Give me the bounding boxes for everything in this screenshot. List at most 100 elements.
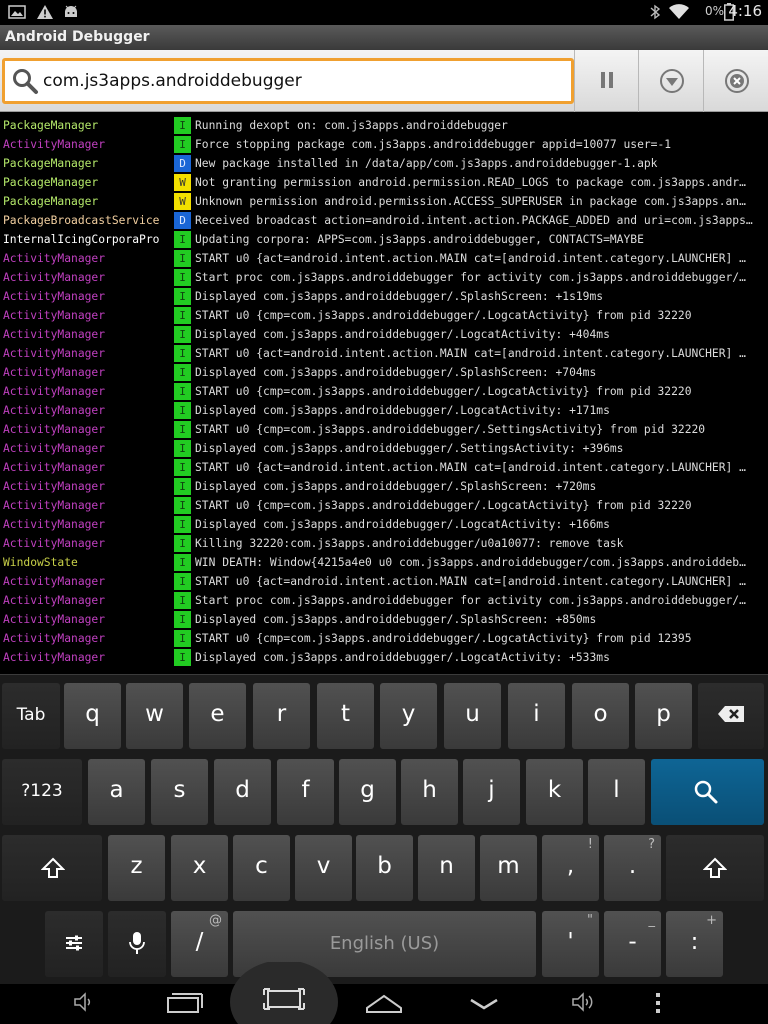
key-l[interactable]: l bbox=[588, 759, 645, 825]
log-tag: PackageManager bbox=[3, 176, 99, 189]
key-q[interactable]: q bbox=[64, 683, 121, 749]
key-o[interactable]: o bbox=[572, 683, 629, 749]
key-shift-right[interactable] bbox=[666, 835, 764, 901]
search-box[interactable] bbox=[2, 58, 574, 104]
key-a[interactable]: a bbox=[88, 759, 145, 825]
log-row[interactable]: InternalIcingCorporaPro I Updating corpora… bbox=[0, 230, 768, 249]
key-e[interactable]: e bbox=[189, 683, 246, 749]
key-d[interactable]: d bbox=[214, 759, 271, 825]
key-comma[interactable]: !, bbox=[542, 835, 599, 901]
key-x[interactable]: x bbox=[171, 835, 228, 901]
key-voice[interactable] bbox=[108, 911, 166, 977]
clock: 4:16 bbox=[728, 2, 762, 20]
wifi-icon bbox=[669, 4, 689, 19]
log-row[interactable]: WindowState I WIN DEATH: Window{4215a4e0 u… bbox=[0, 553, 768, 572]
key-m[interactable]: m bbox=[480, 835, 537, 901]
log-message: Not granting permission android.permissi… bbox=[195, 176, 746, 189]
home-icon[interactable] bbox=[364, 990, 404, 1016]
log-row[interactable]: PackageManager W Unknown permission androi… bbox=[0, 192, 768, 211]
key-w[interactable]: w bbox=[126, 683, 183, 749]
key-dash[interactable]: _ - bbox=[604, 911, 661, 977]
key-i[interactable]: i bbox=[508, 683, 565, 749]
search-icon bbox=[694, 780, 718, 804]
key-h[interactable]: h bbox=[401, 759, 458, 825]
sliders-icon bbox=[66, 935, 82, 951]
log-row[interactable]: ActivityManager I START u0 {cmp=com.js3app… bbox=[0, 496, 768, 515]
key-backspace[interactable] bbox=[698, 683, 764, 749]
log-row[interactable]: PackageManager I Running dexopt on: com.js… bbox=[0, 116, 768, 135]
key-period[interactable]: ?. bbox=[604, 835, 661, 901]
key-j[interactable]: j bbox=[463, 759, 520, 825]
log-row[interactable]: ActivityManager I START u0 {act=android.in… bbox=[0, 572, 768, 591]
log-message: START u0 {cmp=com.js3apps.androiddebugge… bbox=[195, 385, 692, 398]
key-b[interactable]: b bbox=[356, 835, 413, 901]
log-row[interactable]: ActivityManager I START u0 {cmp=com.js3app… bbox=[0, 629, 768, 648]
search-action-key[interactable] bbox=[651, 759, 764, 825]
log-row[interactable]: PackageManager D New package installed in … bbox=[0, 154, 768, 173]
log-row[interactable]: PackageManager W Not granting permission a… bbox=[0, 173, 768, 192]
log-row[interactable]: ActivityManager I Displayed com.js3apps.an… bbox=[0, 648, 768, 667]
log-row[interactable]: ActivityManager I START u0 {act=android.in… bbox=[0, 458, 768, 477]
backspace-icon bbox=[718, 706, 744, 722]
log-message: Received broadcast action=android.intent… bbox=[195, 214, 753, 227]
key-shift-left[interactable] bbox=[2, 835, 102, 901]
log-row[interactable]: ActivityManager I Killing 32220:com.js3app… bbox=[0, 534, 768, 553]
key-f[interactable]: f bbox=[277, 759, 334, 825]
log-tag: PackageManager bbox=[3, 157, 99, 170]
log-list[interactable]: PackageManager I Running dexopt on: com.js… bbox=[0, 116, 768, 672]
key-v[interactable]: v bbox=[295, 835, 352, 901]
log-message: Displayed com.js3apps.androiddebugger/.S… bbox=[195, 442, 624, 455]
hide-keyboard-icon[interactable] bbox=[468, 990, 500, 1016]
key-p[interactable]: p bbox=[635, 683, 692, 749]
log-row[interactable]: ActivityManager I Start proc com.js3apps.a… bbox=[0, 268, 768, 287]
key-s[interactable]: s bbox=[151, 759, 208, 825]
key-settings[interactable] bbox=[45, 911, 103, 977]
key-apostrophe[interactable]: " ' bbox=[542, 911, 599, 977]
log-row[interactable]: ActivityManager I Force stopping package c… bbox=[0, 135, 768, 154]
volume-down-icon[interactable] bbox=[72, 990, 96, 1014]
log-row[interactable]: ActivityManager I Start proc com.js3apps.a… bbox=[0, 591, 768, 610]
search-icon bbox=[13, 69, 38, 94]
key-n[interactable]: n bbox=[418, 835, 475, 901]
screenshot-icon[interactable] bbox=[228, 962, 340, 1024]
log-row[interactable]: PackageBroadcastService D Received broadca… bbox=[0, 211, 768, 230]
pause-button[interactable] bbox=[574, 50, 638, 112]
key-r[interactable]: r bbox=[253, 683, 310, 749]
log-row[interactable]: ActivityManager I Displayed com.js3apps.an… bbox=[0, 287, 768, 306]
clear-button[interactable] bbox=[703, 50, 767, 112]
log-row[interactable]: ActivityManager I Displayed com.js3apps.an… bbox=[0, 363, 768, 382]
log-row[interactable]: ActivityManager I START u0 {cmp=com.js3app… bbox=[0, 420, 768, 439]
log-row[interactable]: ActivityManager I Displayed com.js3apps.an… bbox=[0, 325, 768, 344]
key-u[interactable]: u bbox=[444, 683, 501, 749]
filter-input[interactable] bbox=[43, 67, 563, 95]
back-icon[interactable] bbox=[166, 990, 204, 1016]
dropdown-button[interactable] bbox=[638, 50, 702, 112]
log-row[interactable]: ActivityManager I Displayed com.js3apps.an… bbox=[0, 515, 768, 534]
log-row[interactable]: ActivityManager I Displayed com.js3apps.an… bbox=[0, 610, 768, 629]
log-row[interactable]: ActivityManager I Displayed com.js3apps.an… bbox=[0, 477, 768, 496]
log-row[interactable]: ActivityManager I START u0 {cmp=com.js3app… bbox=[0, 306, 768, 325]
navigation-bar bbox=[0, 962, 768, 1024]
volume-up-icon[interactable] bbox=[570, 990, 598, 1014]
log-row[interactable]: ActivityManager I START u0 {cmp=com.js3app… bbox=[0, 382, 768, 401]
key-k[interactable]: k bbox=[526, 759, 583, 825]
log-message: Killing 32220:com.js3apps.androiddebugge… bbox=[195, 537, 624, 550]
key-colon[interactable]: +: bbox=[666, 911, 723, 977]
log-tag: PackageManager bbox=[3, 195, 99, 208]
key-y[interactable]: y bbox=[380, 683, 437, 749]
key-tab[interactable]: Tab bbox=[2, 683, 60, 749]
log-message: New package installed in /data/app/com.j… bbox=[195, 157, 658, 170]
key-symbols[interactable]: ?123 bbox=[2, 759, 82, 825]
log-message: START u0 {act=android.intent.action.MAIN… bbox=[195, 461, 746, 474]
log-row[interactable]: ActivityManager I Displayed com.js3apps.an… bbox=[0, 439, 768, 458]
key-t[interactable]: t bbox=[317, 683, 374, 749]
log-row[interactable]: ActivityManager I START u0 {act=android.in… bbox=[0, 344, 768, 363]
key-slash[interactable]: @ / bbox=[171, 911, 228, 977]
menu-icon[interactable] bbox=[652, 990, 664, 1016]
log-row[interactable]: ActivityManager I START u0 {act=android.in… bbox=[0, 249, 768, 268]
key-c[interactable]: c bbox=[233, 835, 290, 901]
key-g[interactable]: g bbox=[339, 759, 396, 825]
log-row[interactable]: ActivityManager I Displayed com.js3apps.an… bbox=[0, 401, 768, 420]
key-z[interactable]: z bbox=[108, 835, 165, 901]
log-level-badge: I bbox=[174, 307, 191, 324]
